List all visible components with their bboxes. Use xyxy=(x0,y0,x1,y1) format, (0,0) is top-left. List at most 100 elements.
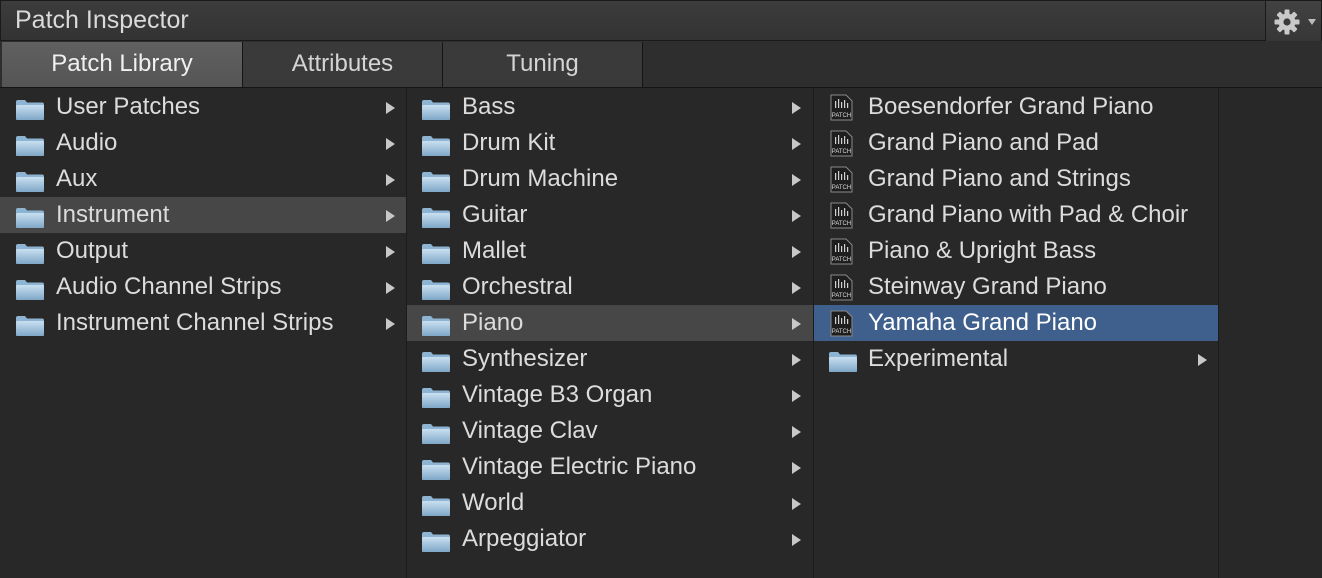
chevron-right-icon xyxy=(792,210,801,222)
folder-icon xyxy=(15,276,45,300)
instrument-row[interactable]: Bass xyxy=(407,89,813,125)
patch-row[interactable]: Experimental xyxy=(814,341,1218,377)
patch-label: Grand Piano and Pad xyxy=(868,129,1099,156)
patch-row[interactable]: PATCH Piano & Upright Bass xyxy=(814,233,1218,269)
chevron-right-icon xyxy=(1198,354,1207,366)
svg-text:PATCH: PATCH xyxy=(832,257,851,263)
category-label: User Patches xyxy=(56,93,201,120)
tab-patch-library[interactable]: Patch Library xyxy=(2,42,243,87)
category-label: Audio Channel Strips xyxy=(56,273,282,300)
instrument-label: Synthesizer xyxy=(462,345,588,372)
category-row[interactable]: Instrument Channel Strips xyxy=(0,305,406,341)
folder-icon xyxy=(15,168,45,192)
svg-text:PATCH: PATCH xyxy=(832,221,851,227)
chevron-right-icon xyxy=(386,102,395,114)
instrument-row[interactable]: Vintage Clav xyxy=(407,413,813,449)
folder-icon xyxy=(828,348,858,372)
folder-icon xyxy=(421,96,451,120)
patch-label: Grand Piano with Pad & Choir xyxy=(868,201,1189,228)
patch-file-icon: PATCH xyxy=(830,166,853,193)
chevron-right-icon xyxy=(792,138,801,150)
settings-button[interactable] xyxy=(1265,1,1321,42)
folder-icon xyxy=(421,348,451,372)
column-instruments: Bass Drum Kit Drum Machine Guitar Mallet Orch… xyxy=(407,88,814,578)
chevron-right-icon xyxy=(792,246,801,258)
tab-bar: Patch Library Attributes Tuning xyxy=(0,41,1322,88)
instrument-row[interactable]: World xyxy=(407,485,813,521)
patch-file-icon: PATCH xyxy=(830,238,853,265)
instrument-label: Mallet xyxy=(462,237,527,264)
title-bar: Patch Inspector xyxy=(0,0,1322,42)
patch-file-icon: PATCH xyxy=(830,274,853,301)
chevron-right-icon xyxy=(386,318,395,330)
chevron-right-icon xyxy=(792,318,801,330)
patch-row[interactable]: PATCH Yamaha Grand Piano xyxy=(814,305,1218,341)
chevron-right-icon xyxy=(792,462,801,474)
chevron-right-icon xyxy=(792,498,801,510)
category-label: Instrument Channel Strips xyxy=(56,309,334,336)
instrument-label: Vintage Clav xyxy=(462,417,598,444)
category-label: Instrument xyxy=(56,201,170,228)
patch-label: Boesendorfer Grand Piano xyxy=(868,93,1154,120)
svg-text:PATCH: PATCH xyxy=(832,113,851,119)
folder-icon xyxy=(421,240,451,264)
category-row[interactable]: Audio xyxy=(0,125,406,161)
instrument-row[interactable]: Orchestral xyxy=(407,269,813,305)
instrument-label: Orchestral xyxy=(462,273,573,300)
patch-file-icon: PATCH xyxy=(830,310,853,337)
instrument-label: Guitar xyxy=(462,201,528,228)
folder-icon xyxy=(15,240,45,264)
svg-text:PATCH: PATCH xyxy=(832,293,851,299)
patch-file-icon: PATCH xyxy=(830,130,853,157)
chevron-right-icon xyxy=(792,390,801,402)
instrument-label: Vintage Electric Piano xyxy=(462,453,697,480)
instrument-row[interactable]: Drum Machine xyxy=(407,161,813,197)
chevron-right-icon xyxy=(386,174,395,186)
instrument-label: Drum Kit xyxy=(462,129,556,156)
chevron-right-icon xyxy=(792,102,801,114)
patch-row[interactable]: PATCH Grand Piano and Strings xyxy=(814,161,1218,197)
category-row[interactable]: Instrument xyxy=(0,197,406,233)
folder-icon xyxy=(421,312,451,336)
window-title: Patch Inspector xyxy=(15,6,189,34)
patch-label: Piano & Upright Bass xyxy=(868,237,1097,264)
folder-icon xyxy=(421,276,451,300)
folder-icon xyxy=(421,492,451,516)
patch-label: Yamaha Grand Piano xyxy=(868,309,1098,336)
folder-icon xyxy=(421,420,451,444)
patch-label: Experimental xyxy=(868,345,1009,372)
folder-icon xyxy=(421,456,451,480)
folder-icon xyxy=(15,96,45,120)
instrument-row[interactable]: Arpeggiator xyxy=(407,521,813,557)
category-row[interactable]: Aux xyxy=(0,161,406,197)
instrument-label: World xyxy=(462,489,525,516)
category-label: Output xyxy=(56,237,129,264)
patch-label: Grand Piano and Strings xyxy=(868,165,1131,192)
instrument-row[interactable]: Synthesizer xyxy=(407,341,813,377)
folder-icon xyxy=(421,132,451,156)
column-patches: PATCH Boesendorfer Grand Piano PATCH Grand … xyxy=(814,88,1219,578)
chevron-right-icon xyxy=(792,282,801,294)
instrument-row[interactable]: Guitar xyxy=(407,197,813,233)
instrument-row[interactable]: Drum Kit xyxy=(407,125,813,161)
category-row[interactable]: Output xyxy=(0,233,406,269)
instrument-row[interactable]: Mallet xyxy=(407,233,813,269)
instrument-row[interactable]: Vintage B3 Organ xyxy=(407,377,813,413)
category-row[interactable]: Audio Channel Strips xyxy=(0,269,406,305)
folder-icon xyxy=(15,132,45,156)
category-row[interactable]: User Patches xyxy=(0,89,406,125)
patch-inspector-window: Patch Inspector Patch Library Attributes… xyxy=(0,0,1322,578)
tab-tuning[interactable]: Tuning xyxy=(443,42,643,87)
column-empty xyxy=(1219,88,1322,578)
instrument-label: Vintage B3 Organ xyxy=(462,381,653,408)
instrument-row[interactable]: Vintage Electric Piano xyxy=(407,449,813,485)
instrument-label: Bass xyxy=(462,93,516,120)
chevron-right-icon xyxy=(792,354,801,366)
instrument-row[interactable]: Piano xyxy=(407,305,813,341)
patch-row[interactable]: PATCH Boesendorfer Grand Piano xyxy=(814,89,1218,125)
patch-row[interactable]: PATCH Steinway Grand Piano xyxy=(814,269,1218,305)
folder-icon xyxy=(421,384,451,408)
tab-attributes[interactable]: Attributes xyxy=(243,42,443,87)
patch-row[interactable]: PATCH Grand Piano with Pad & Choir xyxy=(814,197,1218,233)
patch-row[interactable]: PATCH Grand Piano and Pad xyxy=(814,125,1218,161)
